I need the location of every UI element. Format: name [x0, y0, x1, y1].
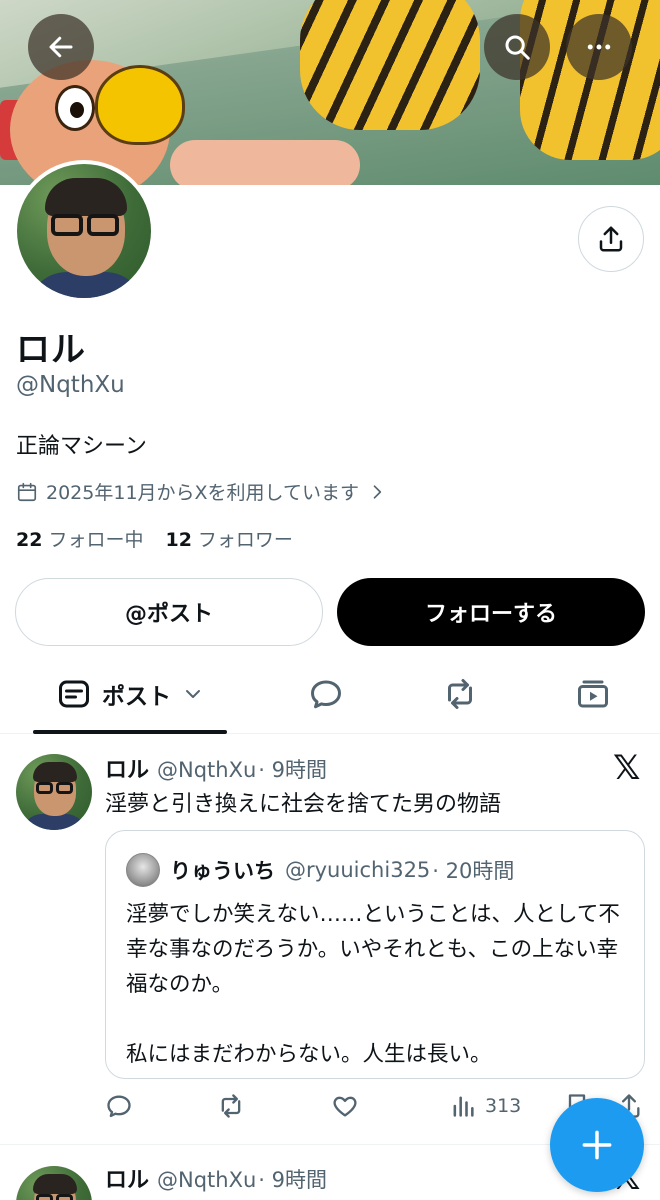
quoted-author-handle: @ryuuichi325: [285, 858, 431, 882]
chevron-down-icon[interactable]: [181, 682, 205, 706]
tab-reposts[interactable]: [442, 676, 478, 712]
post-avatar-hair: [33, 762, 77, 782]
search-icon: [505, 35, 530, 60]
profile-bio: 正論マシーン: [16, 434, 147, 459]
reply-icon: [107, 1095, 131, 1118]
post-text: 淫夢と引き換えに社会を捨てた男の物語: [105, 792, 502, 817]
quoted-post-header: りゅういち @ryuuichi325 · 20時間: [126, 853, 514, 887]
post-avatar-hair: [33, 1174, 77, 1194]
quoted-author-avatar: [126, 853, 160, 887]
views-button[interactable]: 313: [449, 1092, 521, 1120]
post-timestamp[interactable]: · 9時間: [258, 754, 327, 784]
following-link[interactable]: 22 フォロー中: [16, 525, 143, 552]
profile-avatar[interactable]: [13, 160, 155, 302]
repost-icon: [448, 679, 472, 709]
profile-handle: @NqthXu: [16, 372, 125, 398]
compose-post-button[interactable]: [550, 1098, 644, 1192]
reply-button[interactable]: [105, 1092, 133, 1120]
post-avatar-glasses-right: [56, 1194, 73, 1200]
profile-name: ロル: [16, 330, 86, 370]
quoted-author-name: りゅういち: [170, 859, 275, 883]
quoted-timestamp: · 20時間: [432, 859, 515, 883]
post-author-avatar[interactable]: [16, 754, 92, 830]
banner-hand: [170, 140, 360, 185]
profile-banner[interactable]: [0, 0, 660, 185]
post-avatar-glasses-left: [36, 1194, 53, 1200]
mention-post-button[interactable]: @ポスト: [15, 578, 323, 646]
x-logo-icon: 𝕏: [613, 748, 641, 788]
search-button[interactable]: [484, 14, 550, 80]
post-timestamp[interactable]: · 9時間: [258, 1164, 327, 1194]
profile-tabs: ポスト: [0, 664, 660, 734]
more-horizontal-icon: [587, 44, 611, 50]
repost-icon: [221, 1094, 241, 1118]
heart-icon: [333, 1096, 357, 1117]
banner-bird-beak: [95, 65, 185, 145]
plus-icon: [582, 1130, 612, 1160]
joined-date-text: 2025年11月からXを利用しています: [46, 482, 359, 504]
followers-count: 12: [165, 529, 192, 551]
followers-label: フォロワー: [197, 529, 293, 551]
post-author-handle[interactable]: @NqthXu: [157, 1168, 256, 1192]
banner-bird-eye: [55, 85, 95, 131]
share-button[interactable]: [578, 206, 644, 272]
follow-button[interactable]: フォローする: [337, 578, 645, 646]
tab-posts-label: ポスト: [102, 684, 171, 710]
chevron-right-icon: [373, 484, 382, 499]
post-avatar-glasses-left: [36, 782, 53, 794]
more-button[interactable]: [566, 14, 632, 80]
avatar-glasses-left: [51, 214, 83, 236]
posts-tab-icon: [59, 680, 89, 708]
media-video-icon: [578, 680, 608, 708]
tab-replies[interactable]: [308, 676, 344, 712]
following-count: 22: [16, 529, 43, 551]
post-header: ロル @NqthXu · 9時間: [105, 752, 327, 784]
post-header: ロル @NqthXu · 9時間: [105, 1162, 327, 1194]
avatar-glasses-right: [87, 214, 119, 236]
post-avatar-shirt: [22, 814, 86, 830]
tab-posts[interactable]: ポスト: [56, 676, 205, 712]
like-button[interactable]: [331, 1092, 359, 1120]
share-icon: [599, 226, 623, 252]
following-label: フォロー中: [48, 529, 144, 551]
followers-link[interactable]: 12 フォロワー: [165, 525, 292, 552]
back-button[interactable]: [28, 14, 94, 80]
avatar-hair: [45, 178, 127, 216]
reply-bubble-icon: [311, 680, 341, 709]
calendar-icon: [17, 482, 37, 501]
tab-media[interactable]: [575, 676, 611, 712]
post-author-name[interactable]: ロル: [105, 752, 149, 784]
follow-stats: 22 フォロー中 12 フォロワー: [16, 525, 293, 552]
active-tab-indicator: [33, 730, 227, 734]
joined-date-link[interactable]: 2025年11月からXを利用しています: [16, 478, 387, 505]
post-author-avatar[interactable]: [16, 1166, 92, 1200]
views-count: 313: [485, 1095, 522, 1117]
post-author-name[interactable]: ロル: [105, 1162, 149, 1194]
post-author-handle[interactable]: @NqthXu: [157, 758, 256, 782]
arrow-left-icon: [49, 36, 73, 58]
banner-tiger-arm: [300, 0, 480, 130]
post-avatar-glasses-right: [56, 782, 73, 794]
avatar-photo: [17, 164, 151, 298]
bar-chart-icon: [453, 1096, 474, 1117]
repost-button[interactable]: [217, 1092, 245, 1120]
quoted-post[interactable]: りゅういち @ryuuichi325 · 20時間 淫夢でしか笑えない……という…: [105, 830, 645, 1079]
quoted-post-text: 淫夢でしか笑えない……ということは、人として不幸な事なのだろうか。いやそれとも、…: [126, 902, 620, 1067]
